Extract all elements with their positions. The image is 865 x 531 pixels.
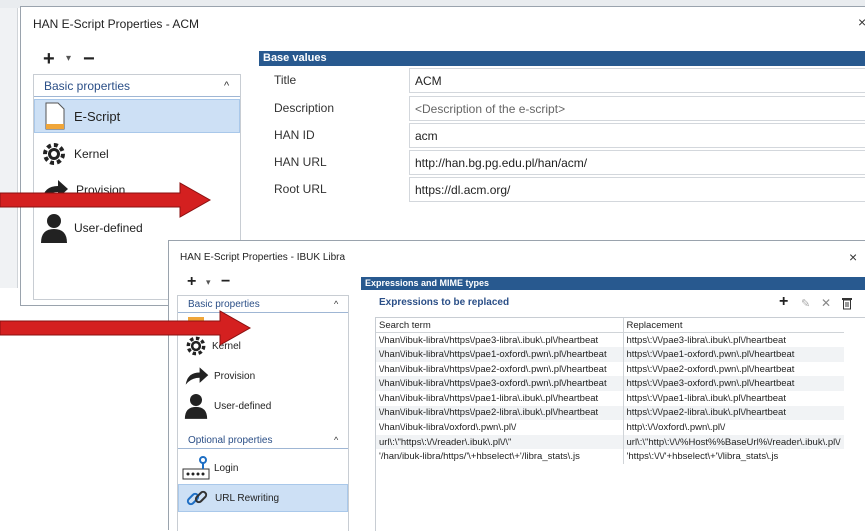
chevron-up-icon[interactable]: ^	[334, 299, 338, 309]
section-bar: Base values	[259, 51, 865, 66]
chevron-up-icon[interactable]: ^	[224, 80, 229, 92]
user-icon	[184, 394, 208, 419]
sidebar-item-label: Login	[214, 462, 239, 474]
han-id-field[interactable]: acm	[409, 123, 865, 148]
field-label-han-id: HAN ID	[274, 128, 315, 142]
chevron-down-icon[interactable]: ▾	[66, 53, 71, 64]
search-term-cell: \/han\/ibuk-libra\/https\/pae3-libra\.ib…	[376, 332, 624, 348]
trash-icon[interactable]	[841, 296, 853, 315]
remove-icon[interactable]: −	[221, 274, 230, 290]
table-row[interactable]: \/han\/ibuk-libra\/https\/pae2-oxford\.p…	[376, 361, 844, 377]
table-row[interactable]: \/han\/ibuk-libra\/https\/pae3-oxford\.p…	[376, 376, 844, 391]
search-term-cell: \/han\/ibuk-libra\/https\/pae1-oxford\.p…	[376, 347, 624, 362]
han-url-field[interactable]: http://han.bg.pg.edu.pl/han/acm/	[409, 150, 865, 175]
file-icon	[45, 102, 65, 130]
replacement-cell: https\:\/\/pae2-libra\.ibuk\.pl\/heartbe…	[623, 405, 844, 421]
window-title: HAN E-Script Properties - ACM	[33, 17, 200, 31]
table-row[interactable]: \/han\/ibuk-libra\/https\/pae3-libra\.ib…	[376, 332, 844, 348]
add-expression-icon[interactable]: +	[779, 294, 788, 310]
window-title: HAN E-Script Properties - IBUK Libra	[180, 252, 346, 263]
replacement-cell: http\:\/\/oxford\.pwn\.pl\/	[626, 421, 726, 433]
table-row[interactable]: \/han\/ibuk-libra\/https\/pae1-libra\.ib…	[376, 390, 844, 406]
sidebar-item-label: Kernel	[74, 147, 109, 161]
close-button[interactable]: ×	[849, 249, 857, 265]
sidebar-item-label: User-defined	[214, 400, 272, 412]
field-label-root-url: Root URL	[274, 182, 327, 196]
annotation-arrow-2	[0, 310, 252, 346]
chevron-down-icon[interactable]: ▾	[206, 277, 211, 288]
sidebar-section-optional[interactable]: Optional properties ^	[178, 432, 348, 449]
root-url-field[interactable]: https://dl.acm.org/	[409, 177, 865, 202]
field-label-han-url: HAN URL	[274, 155, 327, 169]
sidebar-item-login[interactable]: Login	[178, 454, 348, 482]
chevron-up-icon[interactable]: ^	[334, 435, 338, 445]
title-field[interactable]: ACM	[409, 68, 865, 93]
table-row[interactable]: \/han\/ibuk-libra\/https\/pae1-oxford\.p…	[376, 347, 844, 362]
replacement-cell: 'https\:\/\/'+hbselect\+'\/libra_stats\.…	[626, 451, 779, 463]
column-header-search-term[interactable]: Search term	[376, 318, 624, 334]
sidebar-item-provision[interactable]: Provision	[178, 362, 348, 390]
field-label-description: Description	[274, 101, 335, 115]
table-row[interactable]: '/han/ibuk-libra/https/'\+hbselect\+'/li…	[376, 449, 844, 464]
add-icon[interactable]: +	[43, 49, 55, 69]
section-bar: Expressions and MIME types	[361, 277, 865, 290]
column-header-replacement[interactable]: Replacement	[623, 318, 844, 334]
link-icon	[186, 490, 208, 506]
sidebar-item-label: E-Script	[74, 108, 121, 124]
forward-arrow-icon	[185, 367, 209, 385]
expressions-grid: Search term Replacement \/han\/ibuk-libr…	[376, 318, 844, 464]
field-label-title: Title	[274, 73, 297, 87]
replacement-cell: https\:\/\/pae1-oxford\.pwn\.pl\/heartbe…	[623, 347, 844, 362]
expressions-table: Search term Replacement \/han\/ibuk-libr…	[375, 317, 865, 531]
expressions-subheader: Expressions to be replaced	[379, 297, 510, 308]
sidebar-item-url-rewriting[interactable]: URL Rewriting	[178, 484, 348, 512]
delete-icon[interactable]: ✕	[821, 296, 831, 310]
search-term-cell: \/han\/ibuk-libra\/https\/pae3-oxford\.p…	[376, 376, 624, 391]
search-term-cell: url\:\"https\:\/\/reader\.ibuk\.pl\/\"	[376, 434, 624, 450]
table-row[interactable]: \/han\/ibuk-libra\/oxford\.pwn\.pl\/http…	[376, 420, 844, 435]
replacement-cell: https\:\/\/pae3-libra\.ibuk\.pl\/heartbe…	[626, 334, 786, 346]
login-key-icon	[182, 456, 210, 480]
search-term-cell: \/han\/ibuk-libra\/https\/pae1-libra\.ib…	[376, 390, 624, 406]
remove-icon[interactable]: −	[83, 49, 95, 69]
sidebar-item-label: URL Rewriting	[215, 492, 280, 504]
replacement-cell: https\:\/\/pae3-oxford\.pwn\.pl\/heartbe…	[623, 376, 844, 391]
description-field[interactable]: <Description of the e-script>	[409, 96, 865, 121]
search-term-cell: \/han\/ibuk-libra\/oxford\.pwn\.pl\/	[376, 420, 624, 435]
search-term-cell: '/han/ibuk-libra/https/'\+hbselect\+'/li…	[376, 449, 624, 464]
background-left-edge	[0, 8, 18, 288]
sidebar-item-label: Provision	[214, 370, 256, 382]
replacement-cell: url\:\"http\:\/\/%Host%%BaseUrl%\/reader…	[623, 434, 844, 450]
sidebar-item-escript[interactable]: E-Script	[34, 99, 240, 133]
annotation-arrow-1	[0, 182, 212, 218]
add-icon[interactable]: +	[187, 274, 196, 290]
replacement-cell: https\:\/\/pae1-libra\.ibuk\.pl\/heartbe…	[626, 392, 786, 404]
search-term-cell: \/han\/ibuk-libra\/https\/pae2-libra\.ib…	[376, 405, 624, 421]
sidebar-item-label: User-defined	[74, 221, 143, 235]
sidebar-section-basic[interactable]: Basic properties ^	[34, 75, 240, 97]
gear-icon	[43, 143, 65, 165]
replacement-cell: https\:\/\/pae2-oxford\.pwn\.pl\/heartbe…	[626, 363, 795, 375]
close-button[interactable]: ×	[858, 14, 865, 30]
search-term-cell: \/han\/ibuk-libra\/https\/pae2-oxford\.p…	[376, 361, 624, 377]
sidebar-item-kernel[interactable]: Kernel	[34, 137, 240, 171]
window-ibuk-libra: HAN E-Script Properties - IBUK Libra × +…	[168, 240, 865, 531]
edit-icon[interactable]: ✎	[801, 297, 810, 310]
table-row[interactable]: url\:\"https\:\/\/reader\.ibuk\.pl\/\" ur…	[376, 434, 844, 450]
table-row[interactable]: \/han\/ibuk-libra\/https\/pae2-libra\.ib…	[376, 405, 844, 421]
sidebar-item-user-defined[interactable]: User-defined	[178, 392, 348, 420]
